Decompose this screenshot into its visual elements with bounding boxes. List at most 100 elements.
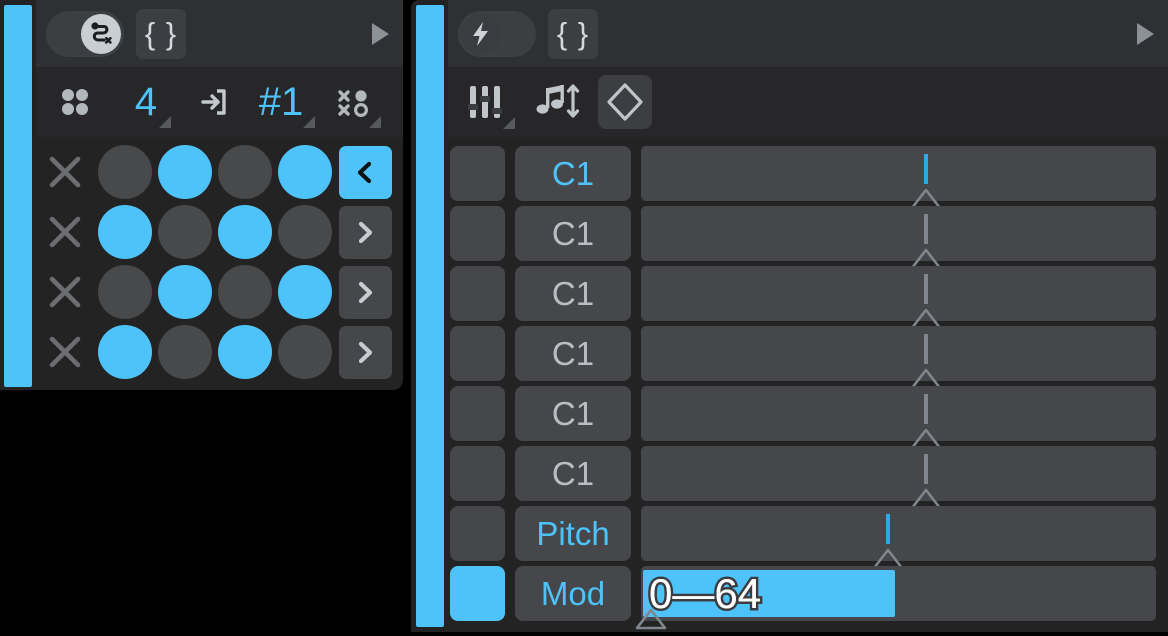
row-clear-x-icon[interactable] [38, 205, 92, 259]
lane-value-track[interactable]: 0—64 0—64 [636, 566, 1156, 630]
row-clear-x-icon[interactable] [38, 265, 92, 319]
note-transpose-button[interactable] [528, 77, 584, 127]
step-dot[interactable] [278, 205, 332, 259]
automation-lane: Pitch [450, 506, 1156, 570]
lane-value-track[interactable] [641, 326, 1156, 390]
lane-value-track[interactable] [641, 266, 1156, 330]
row-clear-x-icon[interactable] [38, 325, 92, 379]
lane-marker-line [886, 514, 891, 544]
right-automation-toggle[interactable] [458, 10, 536, 57]
matrix-row [38, 205, 393, 259]
lane-name-label[interactable]: C1 [515, 146, 631, 201]
steps-count-button[interactable]: 4 [124, 78, 171, 128]
faders-button[interactable] [460, 77, 515, 129]
chevron-icon [358, 281, 372, 304]
step-matrix [38, 145, 393, 379]
row-direction-right-button[interactable] [339, 205, 392, 259]
step-dot[interactable] [158, 205, 212, 259]
step-dot[interactable] [218, 205, 272, 259]
lane-enable-toggle[interactable] [450, 206, 505, 261]
step-dot[interactable] [218, 325, 272, 379]
three-faders-icon [468, 86, 502, 118]
lane-value-handle[interactable] [634, 607, 668, 631]
automation-lane: C1 [450, 266, 1156, 330]
grid-4-dots-icon [62, 89, 88, 115]
randomize-button[interactable] [330, 78, 381, 128]
step-dot[interactable] [158, 145, 212, 199]
lane-value-track[interactable] [641, 206, 1156, 270]
x-icon [49, 216, 81, 248]
step-dot[interactable] [98, 325, 152, 379]
x-icon [49, 276, 81, 308]
diamond-chevrons-icon [607, 83, 643, 121]
automation-lane: C1 [450, 326, 1156, 390]
step-dot[interactable] [218, 145, 272, 199]
lane-marker-line [924, 154, 929, 184]
row-direction-right-button[interactable] [339, 265, 392, 319]
lane-value-track[interactable] [641, 446, 1156, 510]
lane-marker-line [924, 454, 929, 484]
step-dot[interactable] [278, 145, 332, 199]
right-play-icon[interactable] [1137, 22, 1154, 45]
lightning-bolt-icon [473, 21, 488, 46]
lane-name-label[interactable]: C1 [515, 206, 631, 261]
lane-name-label[interactable]: C1 [515, 386, 631, 441]
music-note-updown-icon [536, 84, 580, 118]
x-icon [49, 156, 81, 188]
step-dot[interactable] [98, 205, 152, 259]
automation-lane: C1 [450, 206, 1156, 270]
screen-root: { } 4 #1 {} C1 C1 C1 C1 C1 C1 Pitch Mod… [0, 0, 1168, 632]
step-dot[interactable] [278, 265, 332, 319]
automation-lane: C1 [450, 446, 1156, 510]
row-clear-x-icon[interactable] [38, 145, 92, 199]
step-dot[interactable] [158, 265, 212, 319]
step-dot[interactable] [98, 145, 152, 199]
right-panel: { } C1 C1 C1 C1 C1 C1 Pitch Mod 0—64 0—6… [411, 0, 1168, 632]
left-header-bar: { } [36, 0, 403, 67]
left-play-icon[interactable] [372, 22, 389, 45]
chevron-icon [357, 161, 371, 184]
step-dot[interactable] [98, 265, 152, 319]
row-direction-right-button[interactable] [339, 325, 392, 379]
left-panel: { } 4 #1 [0, 0, 403, 390]
lane-enable-toggle[interactable] [450, 446, 505, 501]
right-header-bar: { } [448, 0, 1168, 67]
automation-lane: C1 [450, 386, 1156, 450]
left-toolbar: 4 #1 [36, 67, 403, 137]
matrix-row [38, 145, 393, 199]
left-panel-accent-bar [4, 5, 32, 387]
automation-lane-list: C1 C1 C1 C1 C1 C1 Pitch Mod 0—64 0—64 [450, 146, 1156, 630]
lane-value-track[interactable] [641, 146, 1156, 210]
lane-enable-toggle[interactable] [450, 326, 505, 381]
grid-dots-button[interactable] [48, 77, 102, 127]
matrix-row [38, 325, 393, 379]
left-route-toggle[interactable] [46, 10, 124, 57]
lane-enable-toggle[interactable] [450, 146, 505, 201]
lane-name-label[interactable]: Pitch [515, 506, 631, 561]
lane-enable-toggle[interactable] [450, 266, 505, 321]
step-dot[interactable] [218, 265, 272, 319]
lane-value-track[interactable] [641, 386, 1156, 450]
row-direction-left-button[interactable] [339, 145, 392, 199]
steps-count-value: 4 [134, 80, 158, 124]
lane-name-label[interactable]: C1 [515, 446, 631, 501]
lane-marker-line [924, 214, 929, 244]
right-toolbar [448, 67, 1168, 137]
lane-value-track[interactable] [641, 506, 1156, 570]
range-diamond-button[interactable] [598, 75, 652, 129]
step-dot[interactable] [158, 325, 212, 379]
right-braces-button[interactable]: { } [548, 8, 598, 59]
arrow-into-box-icon [201, 89, 226, 115]
lane-name-label[interactable]: Mod [515, 566, 631, 621]
x-dot-matrix-icon [338, 90, 369, 118]
left-toggle-knob [81, 13, 121, 54]
lane-enable-toggle[interactable] [450, 506, 505, 561]
input-route-button[interactable] [190, 78, 234, 126]
lane-name-label[interactable]: C1 [515, 326, 631, 381]
pattern-number-button[interactable]: #1 [250, 78, 315, 128]
left-braces-button[interactable]: { } [136, 8, 186, 59]
step-dot[interactable] [278, 325, 332, 379]
lane-name-label[interactable]: C1 [515, 266, 631, 321]
lane-enable-toggle[interactable] [450, 566, 505, 621]
lane-enable-toggle[interactable] [450, 386, 505, 441]
